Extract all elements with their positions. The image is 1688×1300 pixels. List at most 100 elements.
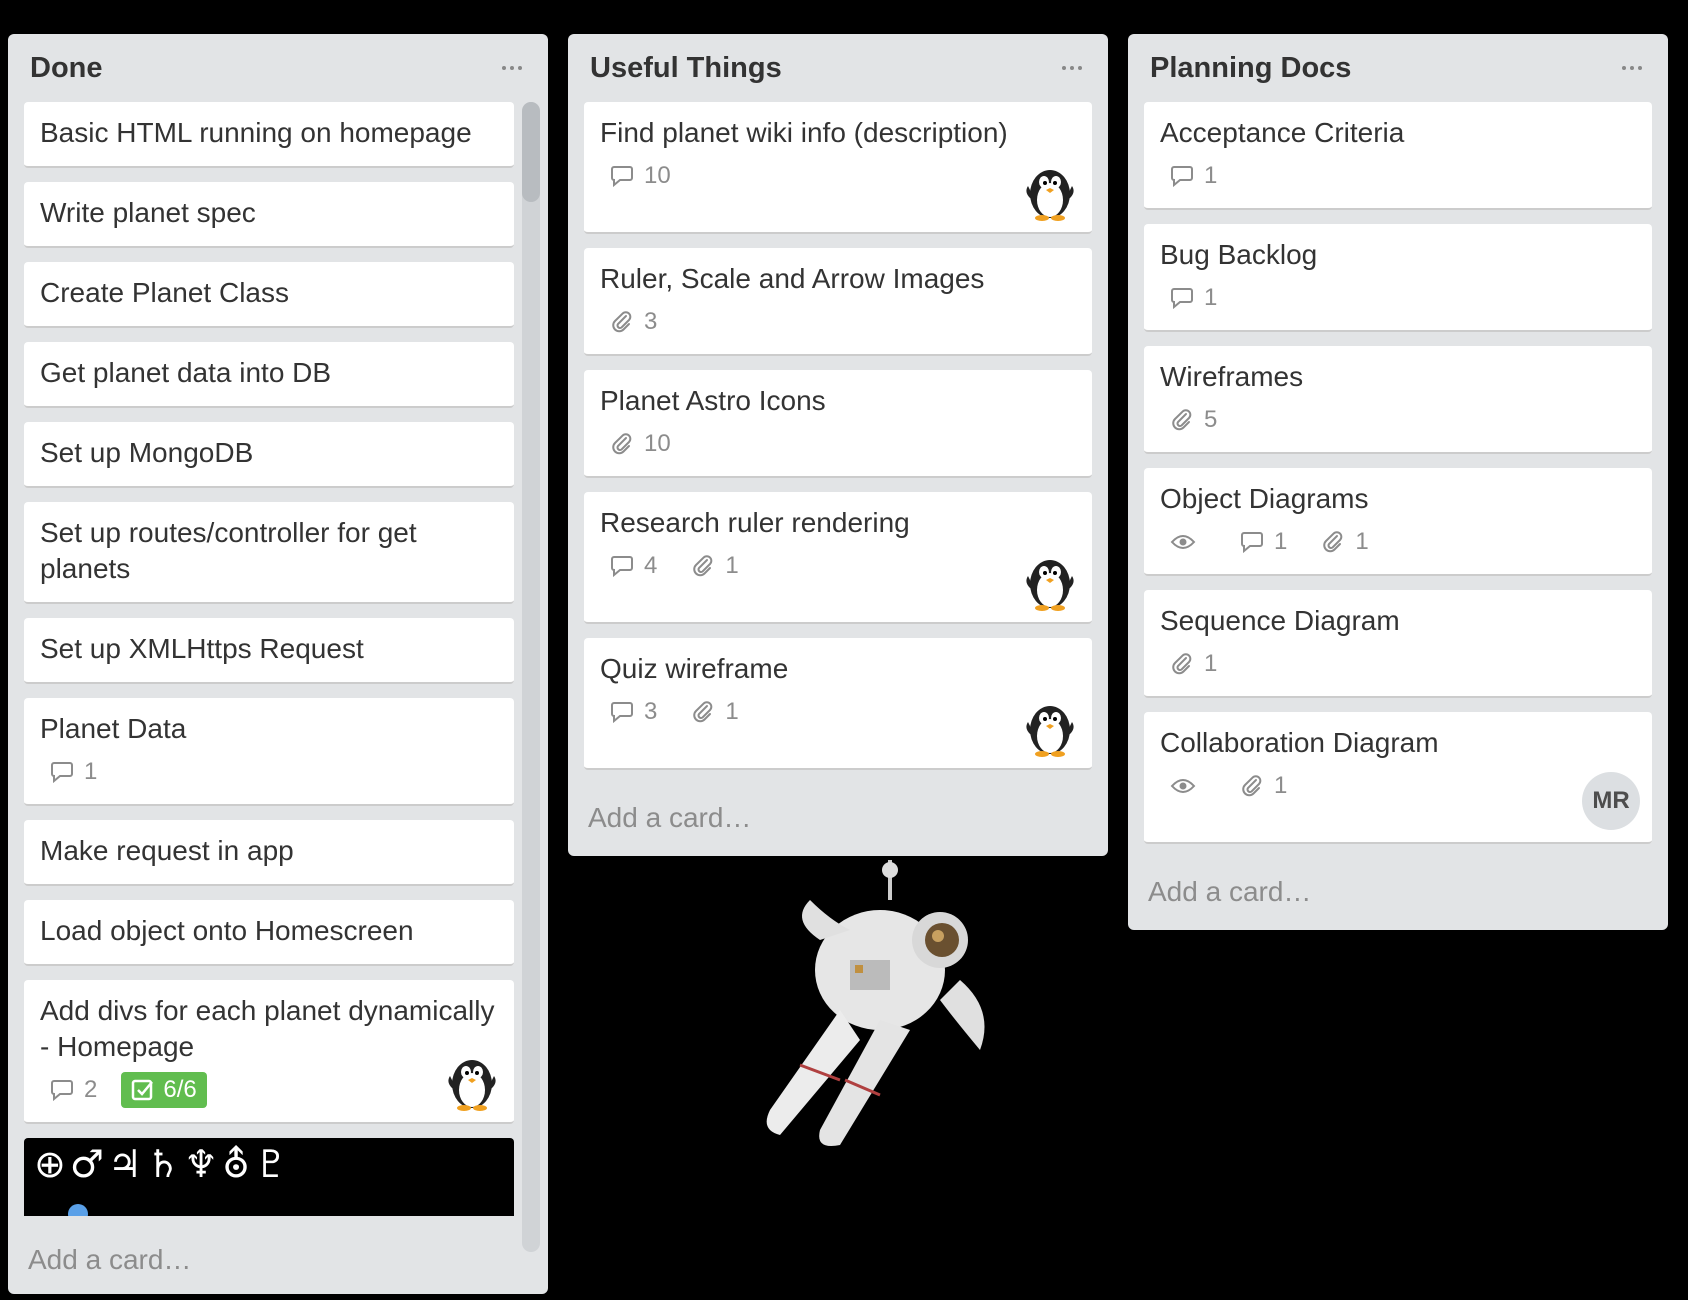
card-title: Create Planet Class [40,277,290,308]
card-title: Quiz wireframe [600,653,789,684]
card[interactable]: Make request in app [24,820,514,886]
card-badges: 1 1 [1160,525,1636,559]
card[interactable]: Planet Astro Icons 10 [584,370,1092,478]
penguin-avatar-icon[interactable] [1022,552,1078,612]
card-title: Basic HTML running on homepage [40,117,472,148]
card-title: Set up routes/controller for get planets [40,517,417,584]
card[interactable]: Write planet spec [24,182,514,248]
add-card-button[interactable]: Add a card… [1128,858,1668,930]
attachment-badge: 1 [681,552,739,580]
member-avatar[interactable]: MR [1582,772,1640,830]
card[interactable]: Load object onto Homescreen [24,900,514,966]
card-badges: 1 [1160,159,1636,193]
card-title: Object Diagrams [1160,483,1369,514]
checklist-count: 6/6 [163,1076,197,1103]
card[interactable]: Get planet data into DB [24,342,514,408]
penguin-avatar-icon[interactable] [1022,162,1078,222]
card-title: Add divs for each planet dynamically - H… [40,995,495,1062]
comment-badge: 3 [600,698,657,726]
paperclip-icon [1172,653,1192,675]
card-title: Set up XMLHttps Request [40,633,364,664]
card[interactable]: Basic HTML running on homepage [24,102,514,168]
card[interactable]: Acceptance Criteria 1 [1144,102,1652,210]
list-title[interactable]: Planning Docs [1150,52,1351,85]
paperclip-icon [612,311,632,333]
comment-badge: 2 [40,1076,97,1104]
checkbox-icon [132,1079,154,1101]
comment-count: 10 [644,162,671,189]
planet-symbols: ⊕♂♃♄♆⛢♇ [34,1142,293,1186]
list-title[interactable]: Useful Things [590,52,782,85]
card-badges: 1 [1160,281,1636,315]
attachment-count: 1 [1274,772,1288,799]
comment-icon [611,166,633,187]
card[interactable]: Add divs for each planet dynamically - H… [24,980,514,1124]
attachment-badge: 1 [1311,528,1369,556]
penguin-avatar-icon[interactable] [1022,698,1078,758]
card[interactable]: Collaboration Diagram 1 MR [1144,712,1652,844]
card[interactable]: Set up routes/controller for get planets [24,502,514,604]
comment-icon [1171,166,1193,187]
comment-badge: 1 [40,758,97,786]
list-useful-things: Useful Things Find planet wiki info (des… [568,34,1108,856]
list-scrollbar[interactable] [522,102,540,1252]
attachment-badge: 1 [1160,650,1217,678]
card[interactable]: Wireframes 5 [1144,346,1652,454]
list-header: Useful Things [568,34,1108,102]
card[interactable]: Set up MongoDB [24,422,514,488]
comment-count: 4 [644,552,658,579]
card-badges: 1 [40,755,498,789]
attachment-count: 10 [644,430,671,457]
comment-icon [1171,288,1193,309]
card-title: Write planet spec [40,197,256,228]
comment-badge: 1 [1160,162,1217,190]
card[interactable]: Object Diagrams 1 1 [1144,468,1652,576]
planet-dot [68,1204,88,1216]
paperclip-icon [693,555,713,577]
card-title: Ruler, Scale and Arrow Images [600,263,985,294]
penguin-avatar-icon[interactable] [444,1052,500,1112]
card-badges: 10 [600,159,1076,193]
card-title: Load object onto Homescreen [40,915,414,946]
list-planning-docs: Planning Docs Acceptance Criteria 1 Bug … [1128,34,1668,930]
card-list: Basic HTML running on homepage Write pla… [8,102,548,1262]
card-list: Acceptance Criteria 1 Bug Backlog 1 Wire… [1128,102,1668,844]
card-badges: 10 [600,427,1076,461]
list-header: Planning Docs [1128,34,1668,102]
card[interactable]: Create Planet Class [24,262,514,328]
attachment-badge: 1 [681,698,739,726]
card-title: Research ruler rendering [600,507,910,538]
watch-badge [1160,776,1206,796]
card-badges: 1 [1160,647,1636,681]
card[interactable]: Set up XMLHttps Request [24,618,514,684]
card[interactable]: Research ruler rendering 4 1 [584,492,1092,624]
paperclip-icon [1172,409,1192,431]
add-card-button[interactable]: Add a card… [8,1230,211,1294]
scroll-thumb[interactable] [522,102,540,202]
comment-icon [611,702,633,723]
card-badges: 3 1 [600,695,1076,729]
card-badges: 5 [1160,403,1636,437]
list-menu-button[interactable] [498,54,526,82]
list-done: Done Basic HTML running on homepage Writ… [8,34,548,1294]
list-title[interactable]: Done [30,52,103,85]
comment-icon [611,556,633,577]
card[interactable]: Ruler, Scale and Arrow Images 3 [584,248,1092,356]
card[interactable]: Planet Data 1 [24,698,514,806]
attachment-badge: 3 [600,308,657,336]
card[interactable]: Sequence Diagram 1 [1144,590,1652,698]
attachment-count: 5 [1204,406,1218,433]
card[interactable]: Find planet wiki info (description) 10 [584,102,1092,234]
card[interactable]: Bug Backlog 1 [1144,224,1652,332]
add-card-button[interactable]: Add a card… [568,784,1108,856]
planet-symbols-cover[interactable]: ⊕♂♃♄♆⛢♇ [24,1138,514,1216]
list-menu-button[interactable] [1058,54,1086,82]
paperclip-icon [1242,775,1262,797]
card-title: Acceptance Criteria [1160,117,1405,148]
card[interactable]: Quiz wireframe 3 1 [584,638,1092,770]
card-badges: 1 [1160,769,1636,803]
card-title: Collaboration Diagram [1160,727,1439,758]
attachment-badge: 10 [600,430,671,458]
list-menu-button[interactable] [1618,54,1646,82]
card-title: Sequence Diagram [1160,605,1400,636]
